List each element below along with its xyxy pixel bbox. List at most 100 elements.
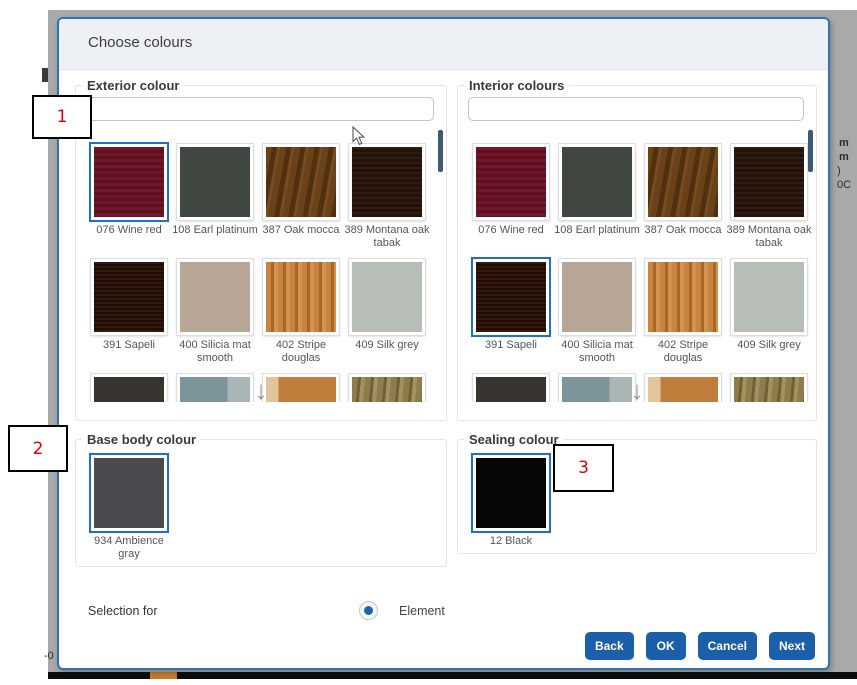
colour-swatch[interactable]: [172, 374, 258, 402]
callout-2: 2: [8, 425, 68, 472]
colour-swatch[interactable]: [344, 374, 430, 402]
colour-chip[interactable]: [645, 259, 721, 335]
colour-swatch[interactable]: 391 Sapeli: [86, 259, 172, 361]
backdrop-text-fragment: ): [837, 165, 841, 177]
colour-label: 389 Montana oak tabak: [344, 224, 430, 250]
colour-chip[interactable]: [91, 455, 167, 531]
colour-label: 391 Sapeli: [86, 339, 172, 352]
colour-label: 402 Stripe douglas: [640, 339, 726, 365]
colour-swatch[interactable]: 389 Montana oak tabak: [344, 144, 430, 246]
callout-3: 3: [553, 444, 614, 492]
backdrop-artifact: [42, 68, 48, 82]
exterior-search-input[interactable]: [86, 97, 434, 121]
colour-label: 400 Silicia mat smooth: [172, 339, 258, 365]
colour-label: 400 Silicia mat smooth: [554, 339, 640, 365]
scrollbar-thumb[interactable]: [808, 130, 813, 172]
colour-chip[interactable]: [177, 259, 253, 335]
colour-swatch[interactable]: 12 Black: [468, 455, 554, 557]
sealing-colour-legend: Sealing colour: [464, 432, 564, 447]
colour-label: 402 Stripe douglas: [258, 339, 344, 365]
colour-chip[interactable]: [559, 374, 635, 402]
colour-chip[interactable]: [91, 144, 167, 220]
colour-chip[interactable]: [559, 144, 635, 220]
colour-swatch[interactable]: 389 Montana oak tabak: [726, 144, 812, 246]
callout-number: 1: [57, 107, 68, 127]
dialog-button[interactable]: Back: [585, 632, 634, 660]
colour-swatch[interactable]: 934 Ambience gray: [86, 455, 172, 557]
colour-label: 108 Earl platinum: [172, 224, 258, 237]
colour-swatch[interactable]: 409 Silk grey: [344, 259, 430, 361]
colour-chip[interactable]: [177, 144, 253, 220]
colour-chip[interactable]: [645, 144, 721, 220]
element-radio-label[interactable]: Element: [399, 604, 445, 618]
colour-swatch[interactable]: [554, 374, 640, 402]
colour-chip[interactable]: [645, 374, 721, 402]
colour-chip[interactable]: [473, 144, 549, 220]
scroll-down-arrow-icon[interactable]: ↓: [255, 375, 268, 402]
dialog-button[interactable]: Cancel: [698, 632, 757, 660]
colour-swatch[interactable]: [640, 374, 726, 402]
colour-chip[interactable]: [263, 144, 339, 220]
colour-label: 076 Wine red: [86, 224, 172, 237]
element-radio[interactable]: [359, 601, 378, 620]
colour-chip[interactable]: [731, 374, 807, 402]
colour-swatch[interactable]: 387 Oak mocca: [258, 144, 344, 246]
colour-swatch[interactable]: 108 Earl platinum: [554, 144, 640, 246]
exterior-colour-panel: Exterior colour 076 Wine red 108 Earl pl…: [75, 78, 447, 421]
sealing-swatch-grid: 12 Black: [458, 447, 816, 557]
exterior-swatch-scroll-area[interactable]: 076 Wine red 108 Earl platinum 387 Oak m…: [76, 130, 446, 402]
scrollbar-thumb[interactable]: [438, 130, 443, 172]
colour-swatch[interactable]: 400 Silicia mat smooth: [554, 259, 640, 361]
colour-chip[interactable]: [559, 259, 635, 335]
colour-swatch[interactable]: [726, 374, 812, 402]
colour-chip[interactable]: [473, 374, 549, 402]
callout-number: 2: [33, 439, 44, 459]
colour-swatch[interactable]: 108 Earl platinum: [172, 144, 258, 246]
interior-swatch-scroll-area[interactable]: 076 Wine red 108 Earl platinum 387 Oak m…: [458, 130, 816, 402]
colour-chip[interactable]: [177, 374, 253, 402]
colour-chip[interactable]: [473, 455, 549, 531]
colour-chip[interactable]: [263, 259, 339, 335]
colour-chip[interactable]: [349, 259, 425, 335]
exterior-swatch-grid: 076 Wine red 108 Earl platinum 387 Oak m…: [86, 130, 446, 402]
colour-chip[interactable]: [263, 374, 339, 402]
mouse-cursor: [352, 126, 366, 151]
colour-label: 12 Black: [468, 535, 554, 548]
colour-swatch[interactable]: 400 Silicia mat smooth: [172, 259, 258, 361]
dialog-button[interactable]: Next: [769, 632, 815, 660]
backdrop-text-fragment: m: [839, 151, 849, 163]
dialog-header: Choose colours: [59, 19, 828, 70]
dialog-button[interactable]: OK: [646, 632, 686, 660]
interior-search-input[interactable]: [468, 97, 804, 121]
colour-swatch[interactable]: 391 Sapeli: [468, 259, 554, 361]
scroll-down-arrow-icon[interactable]: ↓: [631, 375, 644, 402]
colour-swatch[interactable]: 402 Stripe douglas: [640, 259, 726, 361]
colour-chip[interactable]: [91, 374, 167, 402]
colour-label: 409 Silk grey: [344, 339, 430, 352]
dialog-title: Choose colours: [88, 34, 192, 51]
colour-chip[interactable]: [473, 259, 549, 335]
callout-number: 3: [578, 458, 589, 478]
dialog-footer-buttons: Back OK Cancel Next: [585, 632, 815, 660]
sealing-colour-panel: Sealing colour 12 Black: [457, 432, 817, 554]
colour-swatch[interactable]: 402 Stripe douglas: [258, 259, 344, 361]
colour-chip[interactable]: [349, 144, 425, 220]
screen: m m ) 0C -0 Choose colours Exterior colo…: [0, 0, 857, 685]
colour-label: 389 Montana oak tabak: [726, 224, 812, 250]
colour-swatch[interactable]: [258, 374, 344, 402]
base-body-colour-panel: Base body colour 934 Ambience gray: [75, 432, 447, 567]
colour-swatch[interactable]: 076 Wine red: [468, 144, 554, 246]
colour-chip[interactable]: [731, 259, 807, 335]
colour-chip[interactable]: [349, 374, 425, 402]
selection-for-label: Selection for: [88, 604, 157, 618]
colour-swatch[interactable]: [468, 374, 554, 402]
colour-swatch[interactable]: 409 Silk grey: [726, 259, 812, 361]
colour-swatch[interactable]: [86, 374, 172, 402]
colour-label: 934 Ambience gray: [86, 535, 172, 561]
colour-chip[interactable]: [91, 259, 167, 335]
colour-swatch[interactable]: 387 Oak mocca: [640, 144, 726, 246]
base-body-colour-legend: Base body colour: [82, 432, 201, 447]
colour-swatch[interactable]: 076 Wine red: [86, 144, 172, 246]
colour-chip[interactable]: [731, 144, 807, 220]
colour-label: 387 Oak mocca: [640, 224, 726, 237]
